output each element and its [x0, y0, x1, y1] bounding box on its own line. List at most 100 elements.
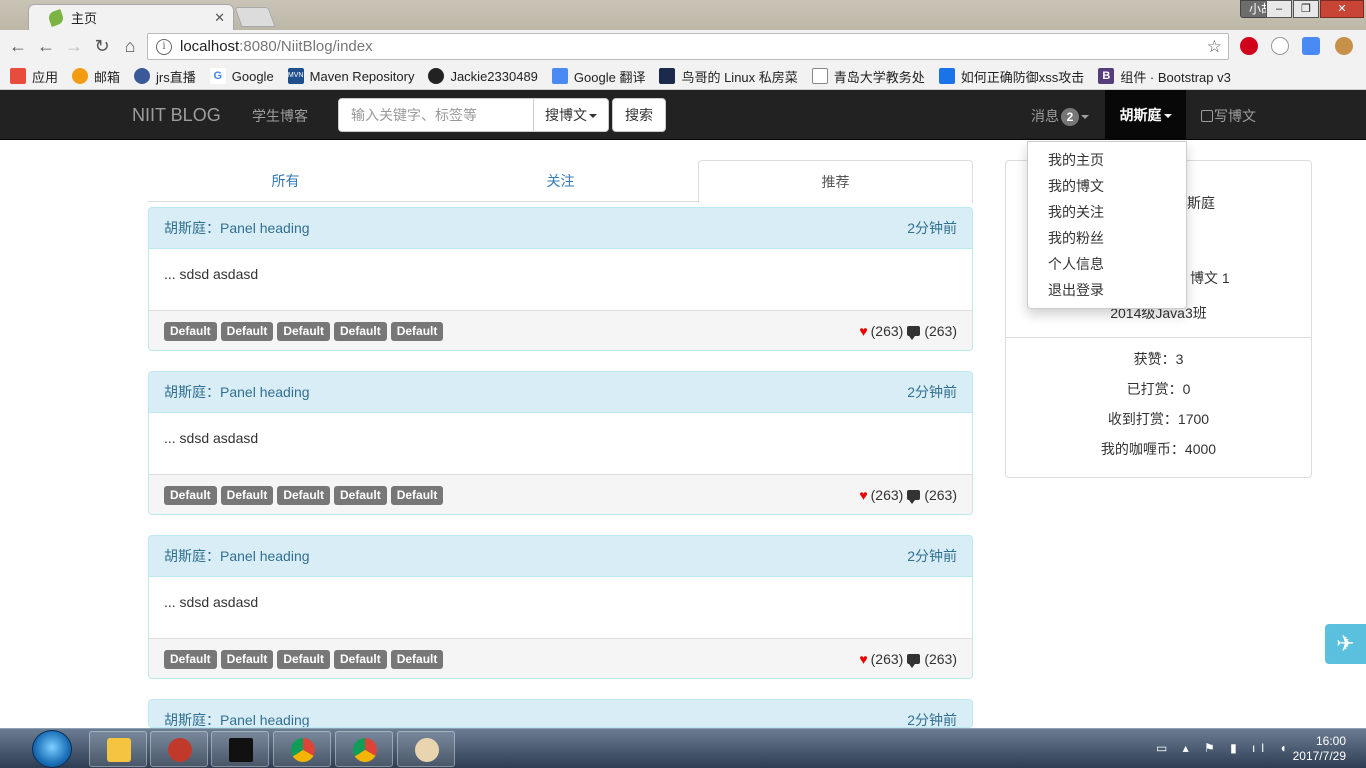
tag-label[interactable]: Default — [390, 649, 444, 669]
reload-icon[interactable]: ↻ — [88, 36, 116, 57]
cookie-extension-icon[interactable] — [1335, 37, 1353, 55]
snail-icon — [168, 738, 192, 762]
search-button[interactable]: 搜索 — [612, 98, 666, 132]
tag-label[interactable]: Default — [164, 485, 217, 505]
start-button[interactable] — [32, 730, 72, 768]
opera-extension-icon[interactable] — [1240, 37, 1258, 55]
post-heading: 胡斯庭：Panel heading 2分钟前 — [149, 208, 972, 249]
address-bar[interactable]: i localhost :8080/NiitBlog/index ☆ — [147, 33, 1229, 60]
menu-item-logout[interactable]: 退出登录 — [1028, 277, 1186, 303]
bookmark-item[interactable]: Jackie2330489 — [428, 68, 538, 84]
tag-label[interactable]: Default — [277, 649, 331, 669]
heart-icon[interactable]: ♥ — [859, 651, 867, 667]
menu-item-followers[interactable]: 我的粉丝 — [1028, 225, 1186, 251]
forward-arrow-icon[interactable]: ← — [32, 36, 60, 57]
tag-label[interactable]: Default — [277, 321, 331, 341]
edit-icon — [1201, 110, 1213, 122]
tag-label[interactable]: Default — [220, 485, 274, 505]
tab-recommended[interactable]: 推荐 — [698, 160, 973, 203]
post-time: 2分钟前 — [907, 220, 957, 236]
tag-label[interactable]: Default — [390, 321, 444, 341]
tag-label[interactable]: Default — [220, 321, 274, 341]
tag-label[interactable]: Default — [277, 485, 331, 505]
post-title[interactable]: 胡斯庭：Panel heading — [164, 218, 310, 238]
taskbar-explorer[interactable] — [89, 731, 147, 767]
bookmark-item[interactable]: 如何正确防御xss攻击 — [938, 67, 1084, 86]
heart-icon[interactable]: ♥ — [859, 323, 867, 339]
taskbar-chrome[interactable] — [335, 731, 393, 767]
extension-icon[interactable] — [1271, 37, 1289, 55]
comment-icon[interactable] — [907, 490, 921, 504]
post-time: 2分钟前 — [907, 712, 957, 728]
tag-label[interactable]: Default — [334, 649, 387, 669]
profile-post-count: 博文 1 — [1190, 270, 1230, 286]
bookmark-star-icon[interactable]: ☆ — [1207, 37, 1222, 57]
caret-down-icon — [1081, 115, 1089, 120]
tag-label[interactable]: Default — [164, 321, 217, 341]
post-title[interactable]: 胡斯庭：Panel heading — [164, 382, 310, 402]
menu-item-my-posts[interactable]: 我的博文 — [1028, 173, 1186, 199]
post-time: 2分钟前 — [907, 384, 957, 400]
close-window-button[interactable]: ✕ — [1320, 0, 1364, 18]
taskbar-paint[interactable] — [397, 731, 455, 767]
search-type-dropdown[interactable]: 搜博文 — [533, 98, 609, 132]
minimize-button[interactable]: ‒ — [1266, 0, 1292, 18]
taskbar-chrome[interactable] — [273, 731, 331, 767]
tag-label[interactable]: Default — [164, 649, 217, 669]
menu-item-home[interactable]: 我的主页 — [1028, 147, 1186, 173]
bookmark-item[interactable]: Google 翻译 — [551, 67, 645, 86]
like-count: (263) — [870, 323, 904, 339]
back-to-top-plane-icon[interactable]: ✈ — [1325, 624, 1366, 664]
tab-all[interactable]: 所有 — [148, 160, 423, 202]
menu-item-following[interactable]: 我的关注 — [1028, 199, 1186, 225]
bookmark-item[interactable]: 邮箱 — [72, 67, 120, 86]
taskbar-intellij[interactable] — [211, 731, 269, 767]
search-input[interactable] — [338, 98, 534, 132]
tag-label[interactable]: Default — [390, 485, 444, 505]
site-navbar: NIIT BLOG 学生博客 搜博文 搜索 消息2 胡斯庭 写博文 — [0, 90, 1366, 140]
bookmark-item[interactable]: MVN Maven Repository — [287, 68, 414, 84]
chrome-icon — [291, 738, 315, 762]
brand-logo[interactable]: NIIT BLOG — [132, 105, 221, 126]
translate-extension-icon[interactable] — [1302, 37, 1320, 55]
system-tray[interactable]: ▭ ▴ ⚑ ▮ ıl ◖ — [1156, 741, 1293, 755]
profile-greeting: ! — [1184, 233, 1366, 249]
home-icon[interactable]: ⌂ — [116, 36, 144, 57]
post-heading: 胡斯庭：Panel heading 2分钟前 — [149, 700, 972, 728]
post-title[interactable]: 胡斯庭：Panel heading — [164, 710, 310, 727]
google-icon: G — [209, 68, 226, 84]
comment-count: (263) — [924, 651, 957, 667]
bookmark-item[interactable]: 鸟哥的 Linux 私房菜 — [659, 67, 798, 86]
browser-tab[interactable]: 主页 ✕ — [28, 4, 234, 30]
page-icon — [811, 68, 828, 84]
bookmark-item[interactable]: jrs直播 — [134, 67, 196, 86]
bookmark-item[interactable]: 青岛大学教务处 — [811, 67, 925, 86]
menu-item-profile[interactable]: 个人信息 — [1028, 251, 1186, 277]
write-post-link[interactable]: 写博文 — [1201, 106, 1256, 126]
bookmark-item[interactable]: 应用 — [10, 67, 58, 86]
tag-label[interactable]: Default — [334, 485, 387, 505]
system-clock[interactable]: 16:00 2017/7/29 — [1293, 734, 1346, 764]
bookmark-item[interactable]: B 组件 · Bootstrap v3 — [1098, 67, 1231, 86]
bookmark-item[interactable]: G Google — [209, 68, 274, 84]
heart-icon[interactable]: ♥ — [859, 487, 867, 503]
back-arrow-icon[interactable]: ← — [4, 36, 32, 57]
comment-icon[interactable] — [907, 326, 921, 340]
taskbar-app[interactable] — [150, 731, 208, 767]
profile-received: 收到打赏：1700 — [1107, 411, 1210, 427]
user-menu-toggle[interactable]: 胡斯庭 — [1105, 90, 1186, 140]
tab-following[interactable]: 关注 — [423, 160, 698, 202]
comment-icon[interactable] — [907, 654, 921, 668]
close-tab-icon[interactable]: ✕ — [214, 10, 225, 26]
new-tab-button[interactable] — [234, 7, 276, 27]
profile-name: 斯庭 — [1187, 195, 1215, 211]
tag-label[interactable]: Default — [334, 321, 387, 341]
maximize-button[interactable]: ❐ — [1293, 0, 1319, 18]
post-title[interactable]: 胡斯庭：Panel heading — [164, 546, 310, 566]
messages-menu[interactable]: 消息 2 — [1031, 106, 1089, 126]
forward-button-icon[interactable]: → — [60, 36, 88, 57]
profile-likes: 获赞：3 — [1133, 351, 1184, 367]
nav-link-student-blog[interactable]: 学生博客 — [252, 106, 308, 126]
tag-label[interactable]: Default — [220, 649, 274, 669]
info-icon[interactable]: i — [156, 38, 172, 55]
